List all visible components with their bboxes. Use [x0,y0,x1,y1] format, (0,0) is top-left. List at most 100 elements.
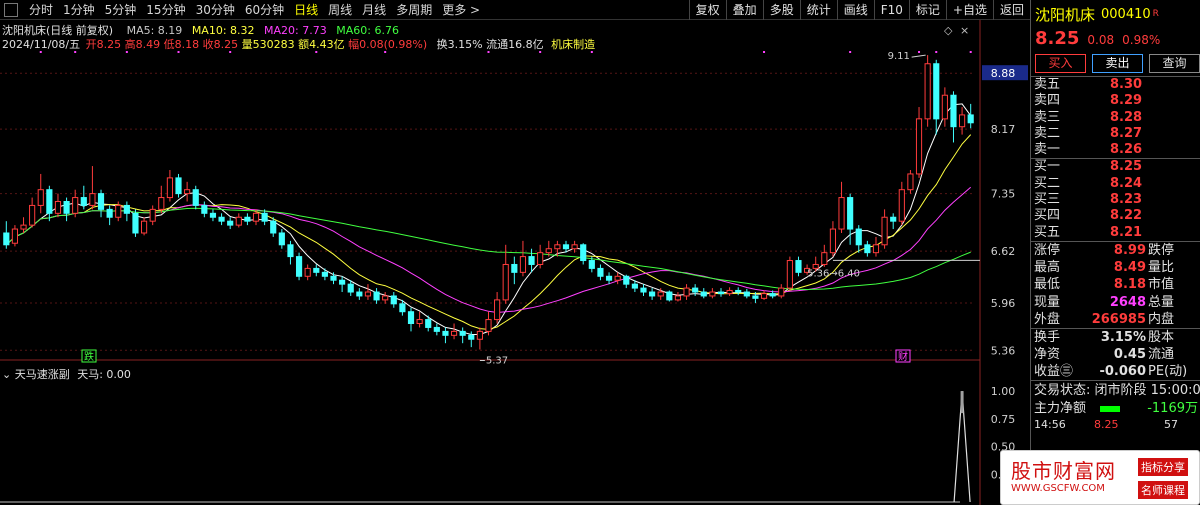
period-tab-4[interactable]: 30分钟 [191,0,240,20]
price-tick-label: 5.36 [991,344,1016,357]
period-tab-6[interactable]: 日线 [289,0,323,20]
period-tab-10[interactable]: 更多 > [437,0,485,20]
candle-body [442,330,449,336]
stat-label: 最低 [1034,277,1061,293]
toolbar-button-4[interactable]: 画线 [836,0,874,20]
watermark-url: WWW.GSCFW.COM [1011,483,1105,494]
trade-buttons: 买入 卖出 查询 [1031,54,1200,76]
candle-body [864,244,871,254]
stat-label-2: 市值 [1148,277,1175,293]
stat-label-2: 内盘 [1148,311,1175,327]
book-level-price: 8.25 [1110,159,1143,175]
candle-body [700,291,707,297]
bid-book: 买一 8.25 买二 8.24 买三 8.23 买四 8.22 买五 8.21 [1031,158,1200,240]
sell-button[interactable]: 卖出 [1092,54,1143,73]
toolbar-button-0[interactable]: 复权 [688,0,726,20]
candle-body [571,244,578,250]
ask-row[interactable]: 卖三 8.28 [1031,110,1200,126]
toolbar-checkbox[interactable] [4,2,18,17]
candle-body [227,220,234,226]
high-annotation: 9.11 [888,51,910,62]
price-row: 8.25 0.08 0.98% [1031,28,1200,54]
candle-body [123,204,130,214]
ask-row[interactable]: 卖四 8.29 [1031,93,1200,109]
candle-body [537,252,544,265]
period-tab-9[interactable]: 多周期 [391,0,437,20]
candle-body [373,291,380,301]
candle-body [433,326,440,332]
toolbar-button-2[interactable]: 多股 [762,0,800,20]
low-annotation: 5.37 [486,355,508,366]
period-tab-3[interactable]: 15分钟 [141,0,190,20]
candle-body [166,177,173,199]
candle-body [158,197,165,210]
bid-row[interactable]: 买二 8.24 [1031,176,1200,192]
query-button[interactable]: 查询 [1149,54,1200,73]
bid-row[interactable]: 买五 8.21 [1031,225,1200,241]
price-tick-label-highlight: 8.88 [991,67,1016,80]
watermark-tag-courses[interactable]: 名师课程 [1138,481,1188,499]
signal-dot [918,51,921,53]
bid-row[interactable]: 买四 8.22 [1031,208,1200,224]
bar-open: 开8.25 [85,38,122,51]
bid-row[interactable]: 买一 8.25 [1031,159,1200,175]
watermark-tag-indicators[interactable]: 指标分享 [1138,458,1188,476]
ma20-line [5,186,972,314]
period-tab-5[interactable]: 60分钟 [240,0,289,20]
trading-status: 交易状态: 闭市阶段 15:00:0 [1031,380,1200,399]
candle-body [106,208,113,218]
candle-body [287,244,294,258]
stat-value: 8.49 [1113,260,1146,276]
bar-turnover: 换3.15% [436,38,483,51]
bid-row[interactable]: 买三 8.23 [1031,192,1200,208]
indicator-collapse-icon[interactable]: ⌄ [2,368,11,381]
stat-label: 最高 [1034,260,1061,276]
candle-body [201,204,208,214]
toolbar-button-5[interactable]: F10 [873,0,909,20]
toolbar-button-3[interactable]: 统计 [799,0,837,20]
candle-body [614,275,621,281]
stat-value: 0.45 [1113,347,1146,363]
candle-body [562,244,570,250]
tick-time: 14:56 [1034,418,1066,432]
toolbar-button-1[interactable]: 叠加 [725,0,763,20]
candle-body [270,220,277,234]
stat-label-2: PE(动) [1148,364,1188,380]
period-tab-8[interactable]: 月线 [357,0,391,20]
stock-header: 沈阳机床 000410 R [1031,0,1200,28]
toolbar-button-7[interactable]: +自选 [945,0,993,20]
ask-row[interactable]: 卖一 8.26 [1031,142,1200,158]
period-tab-2[interactable]: 5分钟 [100,0,142,20]
candle-body [605,275,613,281]
kline-chart[interactable]: 8.888.177.356.625.965.368.889.115.375.36… [0,20,1030,505]
stat-label: 外盘 [1034,311,1061,327]
indicator-name[interactable]: 天马速涨副 [15,368,70,381]
period-toolbar: 分时 1分钟 5分钟 15分钟 30分钟 60分钟 日线 周线 月线 多周期 更多 > 复权 叠加 多股… [0,0,1030,20]
candle-body [347,283,354,293]
candle-body [778,287,785,297]
candle-body [735,289,742,293]
kline-chart-area[interactable]: 8.888.177.356.625.965.368.889.115.375.36… [0,20,1030,505]
candle-body [218,216,225,222]
main-flow-label: 主力净额 [1034,401,1087,417]
tick-row: 14:56 8.25 57 [1031,418,1200,432]
ask-row[interactable]: 卖五 8.30 [1031,77,1200,93]
price-tick-label: 6.62 [991,245,1016,258]
period-tab-1[interactable]: 1分钟 [58,0,100,20]
book-level-label: 买二 [1034,175,1061,191]
stat-label-2: 总量 [1148,294,1175,310]
ask-row[interactable]: 卖二 8.27 [1031,126,1200,142]
quote-panel: 沈阳机床 000410 R 8.25 0.08 0.98% 买入 卖出 查询 卖… [1030,0,1200,505]
bar-range: 幅0.08(0.98%) [348,38,428,51]
book-level-label: 卖四 [1034,93,1061,109]
candle-body [356,291,363,297]
candle-body [649,291,656,297]
book-level-price: 8.22 [1110,208,1143,224]
stat-value: 8.18 [1113,277,1146,293]
toolbar-button-8[interactable]: 返回 [992,0,1030,20]
toolbar-button-6[interactable]: 标记 [908,0,946,20]
period-tab-0[interactable]: 分时 [24,0,58,20]
buy-button[interactable]: 买入 [1035,54,1086,73]
period-tab-7[interactable]: 周线 [323,0,357,20]
stock-code: 000410 [1101,6,1151,22]
